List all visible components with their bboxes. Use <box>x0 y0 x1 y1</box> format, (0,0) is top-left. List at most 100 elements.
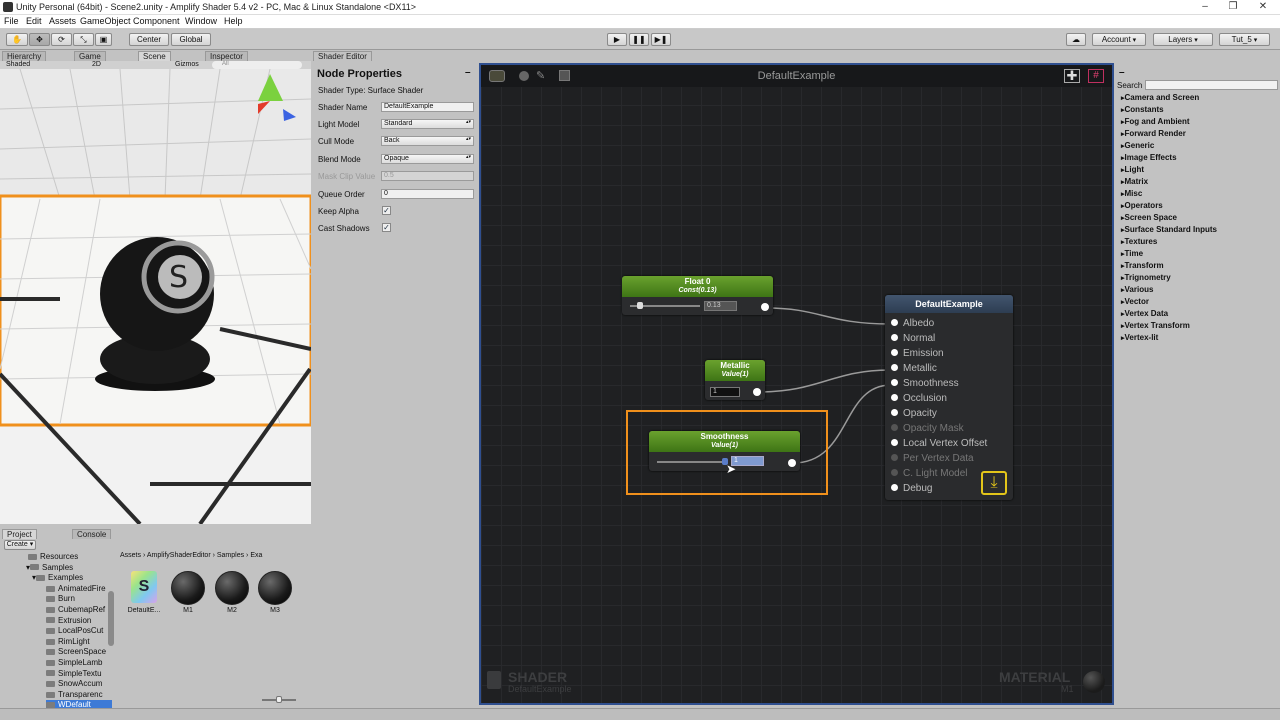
collapse-icon[interactable]: – <box>465 67 471 78</box>
tab-hierarchy[interactable]: Hierarchy <box>2 51 47 61</box>
material-asset-icon[interactable] <box>171 571 205 605</box>
metallic-value-input[interactable]: 1 <box>710 387 740 397</box>
step-icon[interactable]: ▶❚ <box>651 33 671 46</box>
input-local-vertex-offset[interactable]: Local Vertex Offset <box>891 438 987 449</box>
smoothness-node[interactable]: Smoothness Value(1) 1 <box>649 431 800 471</box>
cast-shadows-checkbox[interactable]: ✓ <box>382 223 391 232</box>
scene-view[interactable]: S <box>0 69 311 524</box>
category-vertex-data[interactable]: Vertex Data <box>1121 308 1169 320</box>
category-time[interactable]: Time <box>1121 248 1144 260</box>
tab-console[interactable]: Console <box>72 529 112 539</box>
category-various[interactable]: Various <box>1121 284 1154 296</box>
output-pin[interactable] <box>788 459 796 467</box>
tab-shader-editor[interactable]: Shader Editor <box>313 51 372 61</box>
queue-order-input[interactable]: 0 <box>381 189 474 199</box>
category-generic[interactable]: Generic <box>1121 140 1155 152</box>
folder-item[interactable]: AnimatedFire <box>46 584 112 595</box>
category-vertex-lit[interactable]: Vertex-lit <box>1121 332 1159 344</box>
blend-mode-dropdown[interactable]: Opaque <box>381 154 474 164</box>
layout-dropdown[interactable]: Tut_5 <box>1219 33 1270 46</box>
minimize-icon[interactable]: – <box>1190 1 1220 13</box>
category-fog-and-ambient[interactable]: Fog and Ambient <box>1121 116 1190 128</box>
cloud-icon[interactable]: ☁ <box>1066 33 1086 46</box>
menu-gameobject[interactable]: GameObject <box>80 16 131 26</box>
menu-edit[interactable]: Edit <box>26 16 42 26</box>
input-opacity[interactable]: Opacity <box>891 408 937 419</box>
metallic-node[interactable]: Metallic Value(1) 1 <box>705 360 765 400</box>
category-transform[interactable]: Transform <box>1121 260 1164 272</box>
create-dropdown[interactable]: Create <box>4 540 36 550</box>
smoothness-slider[interactable] <box>657 461 727 463</box>
scrollbar-thumb[interactable] <box>108 591 114 646</box>
material-asset-icon[interactable] <box>258 571 292 605</box>
category-trignometry[interactable]: Trignometry <box>1121 272 1171 284</box>
category-matrix[interactable]: Matrix <box>1121 176 1149 188</box>
2d-toggle[interactable]: 2D <box>92 61 101 68</box>
folder-item[interactable]: Burn <box>46 594 112 605</box>
menu-component[interactable]: Component <box>133 16 180 26</box>
folder-item[interactable]: SnowAccum <box>46 679 112 690</box>
folder-item[interactable]: ScreenSpace <box>46 647 112 658</box>
folder-item[interactable]: ▾ Examples <box>32 573 112 584</box>
folder-item[interactable]: ▾ Samples <box>26 563 112 574</box>
category-vector[interactable]: Vector <box>1121 296 1149 308</box>
folder-item[interactable]: CubemapRef <box>46 605 112 616</box>
save-shader-icon[interactable]: ⤓ <box>981 471 1007 495</box>
menu-file[interactable]: File <box>4 16 19 26</box>
node-canvas[interactable]: ✎ DefaultExample ✚ # Float 0 Const(0.13)… <box>479 63 1114 705</box>
category-operators[interactable]: Operators <box>1121 200 1163 212</box>
shader-name-input[interactable]: DefaultExample <box>381 102 474 112</box>
tab-game[interactable]: Game <box>74 51 106 61</box>
tab-inspector[interactable]: Inspector <box>205 51 248 61</box>
input-albedo[interactable]: Albedo <box>891 318 934 329</box>
category-constants[interactable]: Constants <box>1121 104 1164 116</box>
input-smoothness[interactable]: Smoothness <box>891 378 959 389</box>
shader-asset-icon[interactable]: S <box>131 571 157 603</box>
category-vertex-transform[interactable]: Vertex Transform <box>1121 320 1190 332</box>
account-dropdown[interactable]: Account <box>1092 33 1146 46</box>
maximize-icon[interactable]: ❐ <box>1218 1 1248 13</box>
menu-assets[interactable]: Assets <box>49 16 76 26</box>
material-asset-icon[interactable] <box>215 571 249 605</box>
input-debug[interactable]: Debug <box>891 483 932 494</box>
category-light[interactable]: Light <box>1121 164 1145 176</box>
category-textures[interactable]: Textures <box>1121 236 1158 248</box>
input-normal[interactable]: Normal <box>891 333 935 344</box>
input-metallic[interactable]: Metallic <box>891 363 937 374</box>
menu-window[interactable]: Window <box>185 16 217 26</box>
folder-item[interactable]: SimpleLamb <box>46 658 112 669</box>
output-pin[interactable] <box>753 388 761 396</box>
rotate-tool-icon[interactable]: ⟳ <box>51 33 72 46</box>
input-emission[interactable]: Emission <box>891 348 944 359</box>
rect-tool-icon[interactable]: ▣ <box>95 33 112 46</box>
float-slider-handle[interactable] <box>637 302 643 309</box>
folder-item[interactable]: RimLight <box>46 637 112 648</box>
pivot-global-button[interactable]: Global <box>171 33 211 46</box>
category-screen-space[interactable]: Screen Space <box>1121 212 1177 224</box>
float-node[interactable]: Float 0 Const(0.13) 0.13 <box>622 276 773 315</box>
scene-search-input[interactable]: All <box>212 61 302 69</box>
folder-item[interactable]: Resources <box>28 552 112 563</box>
keep-alpha-checkbox[interactable]: ✓ <box>382 206 391 215</box>
tab-scene[interactable]: Scene <box>138 51 171 61</box>
hand-tool-icon[interactable]: ✋ <box>6 33 28 46</box>
folder-item[interactable]: Extrusion <box>46 616 112 627</box>
menu-help[interactable]: Help <box>224 16 243 26</box>
layers-dropdown[interactable]: Layers <box>1153 33 1213 46</box>
pivot-center-button[interactable]: Center <box>129 33 169 46</box>
category-camera-and-screen[interactable]: Camera and Screen <box>1121 92 1200 104</box>
output-node[interactable]: DefaultExample Albedo Normal Emission Me… <box>885 295 1013 500</box>
pause-icon[interactable]: ❚❚ <box>629 33 649 46</box>
category-image-effects[interactable]: Image Effects <box>1121 152 1177 164</box>
category-forward-render[interactable]: Forward Render <box>1121 128 1186 140</box>
folder-item[interactable]: SimpleTextu <box>46 669 112 680</box>
folder-item[interactable]: LocalPosCut <box>46 626 112 637</box>
zoom-slider-handle[interactable] <box>276 696 282 703</box>
float-value-input[interactable]: 0.13 <box>704 301 737 311</box>
close-icon[interactable]: ✕ <box>1248 1 1278 13</box>
play-icon[interactable]: ▶ <box>607 33 627 46</box>
collapse-icon[interactable]: – <box>1119 67 1125 78</box>
move-tool-icon[interactable]: ✥ <box>29 33 50 46</box>
cull-mode-dropdown[interactable]: Back <box>381 136 474 146</box>
gizmos-dropdown[interactable]: Gizmos <box>175 61 199 68</box>
